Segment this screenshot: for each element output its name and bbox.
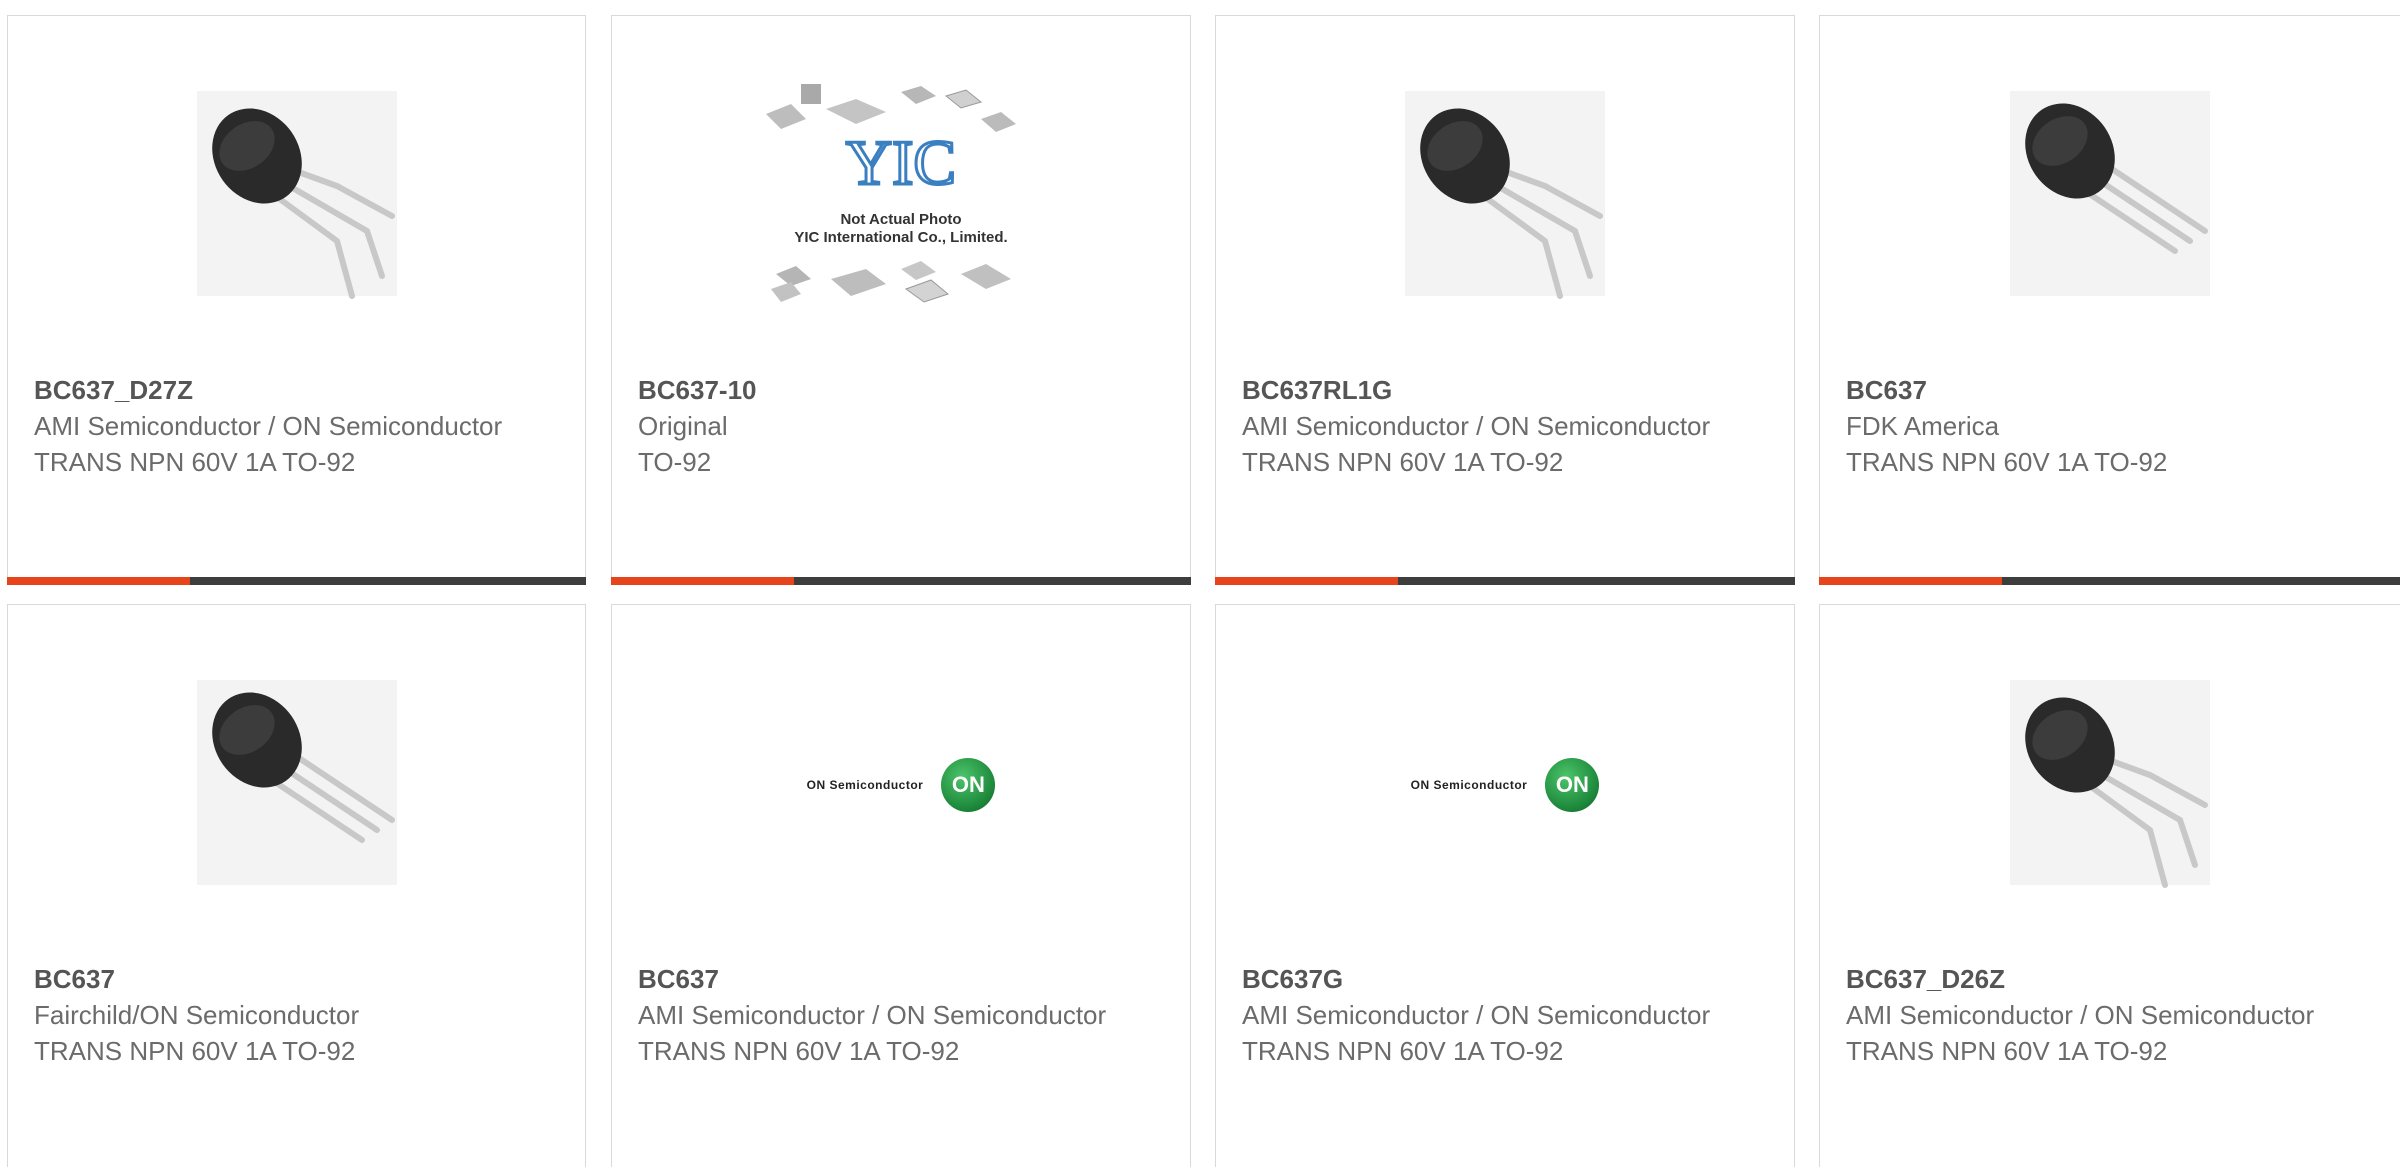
- placeholder-company: YIC International Co., Limited.: [794, 229, 1007, 246]
- product-info: BC637G AMI Semiconductor / ON Semiconduc…: [1242, 961, 1774, 1069]
- product-card[interactable]: BC637RL1G AMI Semiconductor / ON Semicon…: [1215, 15, 1795, 585]
- part-number[interactable]: BC637: [34, 961, 565, 997]
- part-number[interactable]: BC637-10: [638, 372, 1170, 408]
- card-accent: [611, 577, 794, 585]
- logo-wordmark: ON Semiconductor: [1410, 778, 1528, 792]
- product-image: [1216, 86, 1794, 306]
- placeholder-chips-icon: YIC Not Actual Photo YIC International C…: [766, 83, 1016, 303]
- product-card[interactable]: BC637 Fairchild/ON Semiconductor TRANS N…: [7, 604, 586, 1167]
- part-number[interactable]: BC637RL1G: [1242, 372, 1774, 408]
- product-info: BC637_D27Z AMI Semiconductor / ON Semico…: [34, 372, 565, 480]
- product-card[interactable]: BC637_D26Z AMI Semiconductor / ON Semico…: [1819, 604, 2400, 1167]
- part-number[interactable]: BC637: [1846, 372, 2380, 408]
- product-info: BC637 Fairchild/ON Semiconductor TRANS N…: [34, 961, 565, 1069]
- product-card[interactable]: BC637 FDK America TRANS NPN 60V 1A TO-92: [1819, 15, 2400, 585]
- product-image: [8, 675, 585, 895]
- manufacturer: AMI Semiconductor / ON Semiconductor: [1242, 411, 1711, 441]
- product-card[interactable]: ON Semiconductor ON BC637G AMI Semicondu…: [1215, 604, 1795, 1167]
- part-number[interactable]: BC637_D27Z: [34, 372, 565, 408]
- on-badge-icon: ON: [1545, 758, 1600, 812]
- card-bottom-bar: [1819, 577, 2400, 585]
- logo-wordmark: ON Semiconductor: [806, 778, 924, 792]
- on-semiconductor-logo: ON Semiconductor ON: [807, 758, 996, 812]
- product-image: ON Semiconductor ON: [612, 675, 1190, 895]
- description: TRANS NPN 60V 1A TO-92: [34, 1036, 356, 1066]
- description: TRANS NPN 60V 1A TO-92: [638, 1036, 960, 1066]
- transistor-bent-leads-icon: [1405, 91, 1605, 299]
- product-card[interactable]: ON Semiconductor ON BC637 AMI Semiconduc…: [611, 604, 1191, 1167]
- manufacturer: Fairchild/ON Semiconductor: [34, 1000, 360, 1030]
- product-image: [8, 86, 585, 306]
- yic-logo-text: YIC: [846, 127, 956, 198]
- description: TRANS NPN 60V 1A TO-92: [1242, 447, 1564, 477]
- description: TRANS NPN 60V 1A TO-92: [1242, 1036, 1564, 1066]
- product-card[interactable]: YIC Not Actual Photo YIC International C…: [611, 15, 1191, 585]
- product-image: YIC Not Actual Photo YIC International C…: [612, 83, 1190, 306]
- description: TRANS NPN 60V 1A TO-92: [1846, 447, 2168, 477]
- on-semiconductor-logo: ON Semiconductor ON: [1411, 758, 1600, 812]
- description: TRANS NPN 60V 1A TO-92: [1846, 1036, 2168, 1066]
- placeholder-caption: Not Actual Photo: [840, 211, 961, 228]
- manufacturer: AMI Semiconductor / ON Semiconductor: [1846, 1000, 2315, 1030]
- manufacturer: FDK America: [1846, 411, 2000, 441]
- card-accent: [1819, 577, 2002, 585]
- product-info: BC637_D26Z AMI Semiconductor / ON Semico…: [1846, 961, 2380, 1069]
- product-image: ON Semiconductor ON: [1216, 675, 1794, 895]
- description: TRANS NPN 60V 1A TO-92: [34, 447, 356, 477]
- transistor-straight-leads-icon: [196, 680, 397, 885]
- manufacturer: AMI Semiconductor / ON Semiconductor: [1242, 1000, 1711, 1030]
- manufacturer: AMI Semiconductor / ON Semiconductor: [34, 411, 503, 441]
- transistor-bent-leads-icon: [2010, 680, 2210, 888]
- product-card[interactable]: BC637_D27Z AMI Semiconductor / ON Semico…: [7, 15, 586, 585]
- manufacturer: AMI Semiconductor / ON Semiconductor: [638, 1000, 1107, 1030]
- card-bottom-bar: [611, 577, 1191, 585]
- product-image: [1820, 86, 2400, 306]
- product-grid: BC637_D27Z AMI Semiconductor / ON Semico…: [0, 0, 2400, 1167]
- part-number[interactable]: BC637G: [1242, 961, 1774, 997]
- product-info: BC637-10 Original TO-92: [638, 372, 1170, 480]
- description: TO-92: [638, 447, 712, 477]
- transistor-straight-leads-icon: [2010, 91, 2210, 296]
- part-number[interactable]: BC637: [638, 961, 1170, 997]
- product-info: BC637 AMI Semiconductor / ON Semiconduct…: [638, 961, 1170, 1069]
- product-info: BC637 FDK America TRANS NPN 60V 1A TO-92: [1846, 372, 2380, 480]
- part-number[interactable]: BC637_D26Z: [1846, 961, 2380, 997]
- card-bottom-bar: [1215, 577, 1795, 585]
- card-accent: [7, 577, 190, 585]
- product-info: BC637RL1G AMI Semiconductor / ON Semicon…: [1242, 372, 1774, 480]
- card-accent: [1215, 577, 1398, 585]
- transistor-bent-leads-icon: [196, 91, 397, 299]
- card-bottom-bar: [7, 577, 586, 585]
- product-image: [1820, 675, 2400, 895]
- manufacturer: Original: [638, 411, 728, 441]
- on-badge-icon: ON: [941, 758, 996, 812]
